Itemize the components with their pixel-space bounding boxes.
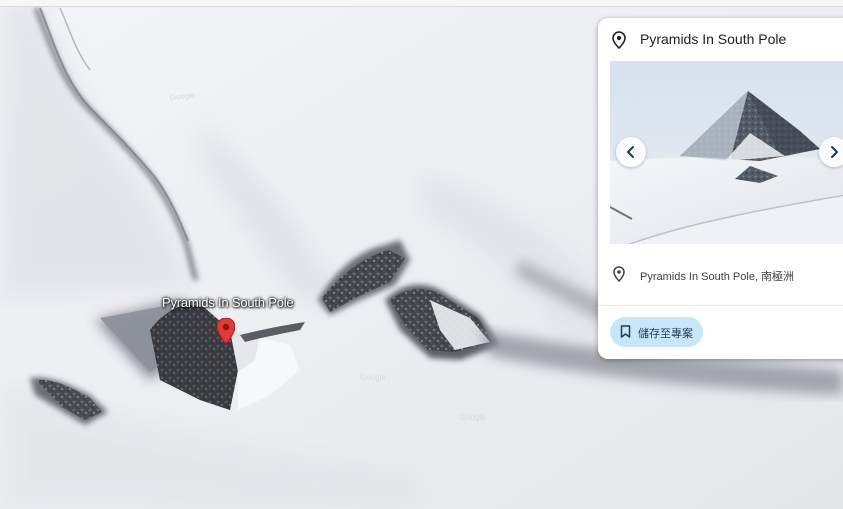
place-address: Pyramids In South Pole, 南極洲: [640, 271, 795, 283]
location-marker-icon[interactable]: [216, 317, 236, 345]
card-divider: [598, 305, 843, 306]
map-viewport[interactable]: Google Google Google Pyramids In South P…: [0, 0, 843, 509]
save-to-project-button[interactable]: 儲存至專案: [610, 317, 703, 347]
svg-text:Google: Google: [460, 413, 486, 422]
chevron-left-icon: [627, 146, 634, 158]
save-button-label: 儲存至專案: [638, 328, 693, 340]
address-pin-icon: [613, 266, 625, 282]
top-toolbar-edge: [0, 0, 843, 7]
card-header: Pyramids In South Pole: [598, 18, 843, 60]
photo-prev-button[interactable]: [616, 137, 646, 167]
svg-text:Google: Google: [360, 373, 386, 382]
location-pin-icon: [612, 31, 626, 49]
place-title: Pyramids In South Pole: [640, 31, 787, 47]
address-row[interactable]: Pyramids In South Pole, 南極洲: [598, 256, 843, 294]
photo-next-button[interactable]: [819, 137, 843, 167]
place-info-card: Pyramids In South Pole Pyramids In South…: [598, 18, 843, 359]
bookmark-icon: [620, 325, 631, 338]
chevron-right-icon: [831, 146, 838, 158]
map-place-label[interactable]: Pyramids In South Pole: [162, 295, 294, 310]
